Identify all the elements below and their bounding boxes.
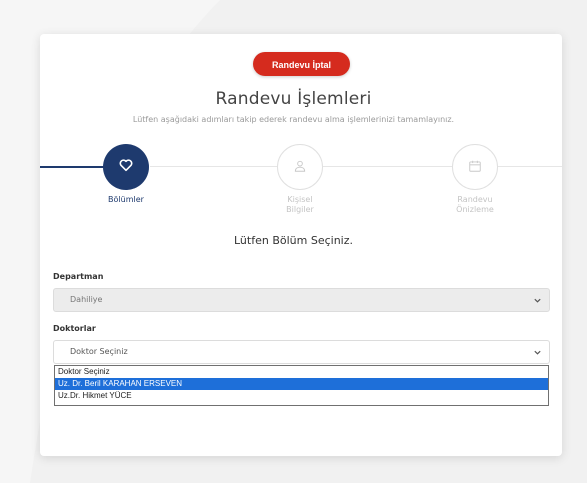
chevron-down-icon [534,298,541,303]
step-preview-label-line2: Önizleme [456,205,494,214]
chevron-down-icon [534,350,541,355]
doctor-option[interactable]: Doktor Seçiniz [55,366,548,378]
department-value: Dahiliye [70,295,103,304]
step-departments-label: Bölümler [108,195,144,204]
doctor-select[interactable]: Doktor Seçiniz [53,340,550,364]
doctor-option[interactable]: Uz. Dr. Beril KARAHAN ERSEVEN [55,378,548,390]
step-personal-info[interactable] [277,144,323,190]
page-title: Randevu İşlemleri [215,89,372,109]
cancel-appointment-button[interactable]: Randevu İptal [253,52,350,76]
step-preview[interactable] [452,144,498,190]
user-icon [293,158,307,177]
section-prompt: Lütfen Bölüm Seçiniz. [234,234,353,247]
step-personal-info-label: Kişisel Bilgiler [255,195,345,215]
department-select[interactable]: Dahiliye [53,288,550,312]
page-subtitle: Lütfen aşağıdaki adımları takip ederek r… [132,115,455,124]
step-preview-label: Randevu Önizleme [430,195,520,215]
calendar-icon [468,158,482,177]
doctors-label: Doktorlar [53,324,96,333]
step-preview-label-line1: Randevu [457,195,493,204]
step-departments[interactable] [103,144,149,190]
step-track-line [150,166,562,167]
step-personal-info-label-line2: Bilgiler [286,205,314,214]
step-personal-info-label-line1: Kişisel [287,195,313,204]
doctor-option[interactable]: Uz.Dr. Hikmet YÜCE [55,390,548,402]
doctor-dropdown-list: Doktor Seçiniz Uz. Dr. Beril KARAHAN ERS… [54,365,549,406]
doctor-value: Doktor Seçiniz [70,347,128,356]
heart-icon [118,157,134,177]
department-label: Departman [53,272,104,281]
